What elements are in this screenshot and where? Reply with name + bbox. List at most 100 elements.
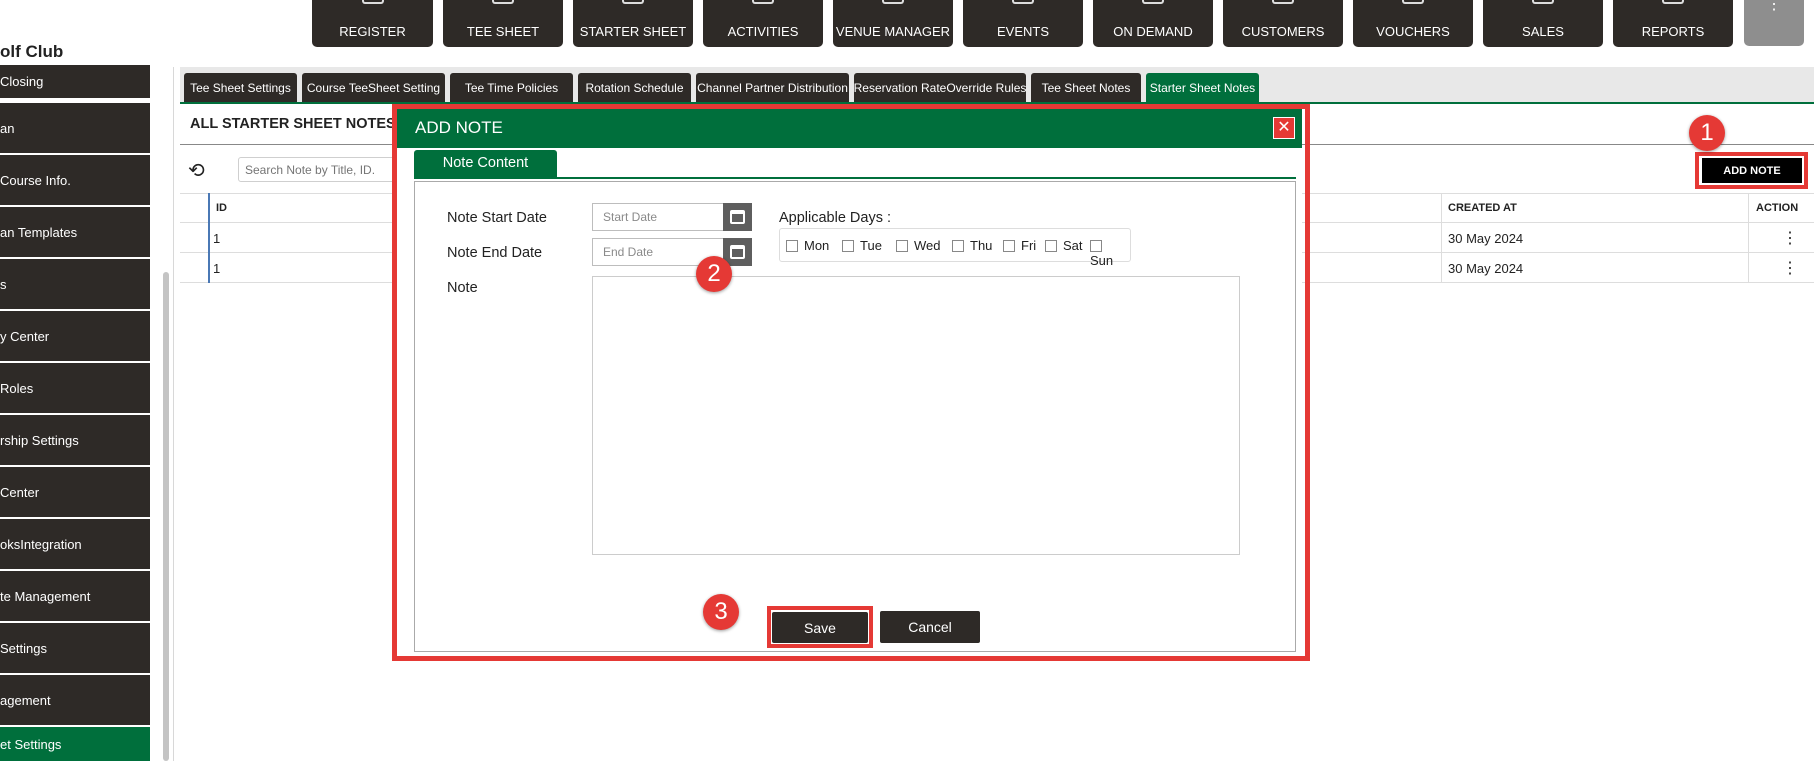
sidebar-item[interactable]: rship Settings <box>0 415 150 465</box>
nav-register[interactable]: REGISTER <box>312 0 433 47</box>
sidebar-item[interactable]: Center <box>0 467 150 517</box>
sidebar-item-label: Settings <box>0 640 47 656</box>
sidebar-item-label: Closing <box>0 74 44 89</box>
sidebar-item-label: an Templates <box>0 224 78 240</box>
sidebar-item[interactable]: oksIntegration <box>0 519 150 569</box>
sidebar-item[interactable]: Closing <box>0 65 150 98</box>
sidebar-item-label: s <box>0 276 7 292</box>
row-id: 1 <box>213 261 221 276</box>
nav-reports[interactable]: REPORTS <box>1613 0 1733 47</box>
events-icon <box>1012 0 1034 4</box>
column-header-id: ID <box>216 202 227 214</box>
nav-on-demand[interactable]: ON DEMAND <box>1093 0 1213 47</box>
on-demand-icon <box>1142 0 1164 4</box>
nav-events[interactable]: EVENTS <box>963 0 1083 47</box>
nav-label: SALES <box>1522 24 1564 39</box>
nav-label: REPORTS <box>1641 24 1705 39</box>
row-action-menu-icon[interactable]: ⋮ <box>1782 228 1798 248</box>
sidebar-item-label: Center <box>0 484 40 500</box>
settings-tab-bar: Tee Sheet Settings Course TeeSheet Setti… <box>180 67 1814 104</box>
nav-venue-manager[interactable]: VENUE MANAGER <box>833 0 953 47</box>
nav-activities[interactable]: ACTIVITIES <box>703 0 823 47</box>
sidebar: Closing an Course Info. an Templates s y… <box>0 65 150 761</box>
tab-channel-partner-distribution[interactable]: Channel Partner Distribution <box>696 73 849 102</box>
refresh-icon[interactable]: ⟲ <box>188 158 205 183</box>
nav-label: CUSTOMERS <box>1241 24 1325 39</box>
sidebar-item-label: y Center <box>0 328 50 344</box>
more-icon: ⋮ <box>1766 0 1782 13</box>
sidebar-item-label: an <box>0 120 15 136</box>
annotation-badge-2: 2 <box>696 256 732 292</box>
sidebar-item[interactable]: y Center <box>0 311 150 361</box>
row-created-at: 30 May 2024 <box>1448 231 1524 246</box>
tab-label: Tee Sheet Settings <box>190 80 291 95</box>
tab-rotation-schedule[interactable]: Rotation Schedule <box>578 73 691 102</box>
customers-icon <box>1272 0 1294 4</box>
sidebar-item[interactable]: s <box>0 259 150 309</box>
nav-vouchers[interactable]: VOUCHERS <box>1353 0 1473 47</box>
sidebar-item[interactable]: an <box>0 103 150 153</box>
sidebar-item[interactable]: an Templates <box>0 207 150 257</box>
column-divider <box>1748 193 1749 283</box>
sidebar-item-label: Roles <box>0 380 34 396</box>
highlight-box <box>392 104 1310 661</box>
vouchers-icon <box>1402 0 1424 4</box>
tab-tee-sheet-notes[interactable]: Tee Sheet Notes <box>1031 73 1141 102</box>
column-header-created-at: CREATED AT <box>1448 202 1517 214</box>
sidebar-scrollbar[interactable] <box>163 272 169 761</box>
nav-sales[interactable]: SALES <box>1483 0 1603 47</box>
nav-label: ACTIVITIES <box>727 24 799 39</box>
starter-sheet-icon <box>622 0 644 4</box>
tee-sheet-icon <box>492 0 514 4</box>
sidebar-item-active[interactable]: et Settings <box>0 727 150 761</box>
tab-label: Starter Sheet Notes <box>1149 80 1256 95</box>
row-action-menu-icon[interactable]: ⋮ <box>1782 258 1798 278</box>
tab-label: Tee Time Policies <box>464 80 559 95</box>
nav-label: TEE SHEET <box>466 24 540 39</box>
reports-icon <box>1662 0 1684 4</box>
sidebar-item-label: oksIntegration <box>0 536 82 552</box>
row-created-at: 30 May 2024 <box>1448 261 1524 276</box>
nav-label: ON DEMAND <box>1113 24 1193 39</box>
search-input[interactable] <box>238 157 398 182</box>
nav-label: VENUE MANAGER <box>835 24 951 39</box>
sidebar-item[interactable]: te Management <box>0 571 150 621</box>
tab-label: Tee Sheet Notes <box>1041 80 1131 95</box>
tab-tee-time-policies[interactable]: Tee Time Policies <box>450 73 573 102</box>
tab-starter-sheet-notes[interactable]: Starter Sheet Notes <box>1146 73 1259 102</box>
nav-label: STARTER SHEET <box>579 24 687 39</box>
club-name: olf Club <box>0 42 64 61</box>
divider <box>173 67 174 761</box>
nav-label: EVENTS <box>996 24 1049 39</box>
tab-label: Reservation RateOverride Rules <box>853 80 1027 95</box>
activities-icon <box>752 0 774 4</box>
tab-tee-sheet-settings[interactable]: Tee Sheet Settings <box>184 73 297 102</box>
tab-course-teesheet-setting[interactable]: Course TeeSheet Setting <box>302 73 445 102</box>
sidebar-item[interactable]: Roles <box>0 363 150 413</box>
sidebar-item[interactable]: agement <box>0 675 150 725</box>
sidebar-item-label: et Settings <box>0 736 62 752</box>
nav-customers[interactable]: CUSTOMERS <box>1223 0 1343 47</box>
sidebar-item-label: agement <box>0 692 51 708</box>
sidebar-item[interactable]: Course Info. <box>0 155 150 205</box>
column-header-action: ACTION <box>1756 202 1799 214</box>
nav-tee-sheet[interactable]: TEE SHEET <box>443 0 563 47</box>
row-id: 1 <box>213 231 221 246</box>
nav-label: VOUCHERS <box>1376 24 1450 39</box>
column-divider <box>1441 193 1442 283</box>
tab-reservation-rate-override-rules[interactable]: Reservation RateOverride Rules <box>854 73 1026 102</box>
tab-label: Channel Partner Distribution <box>697 80 848 95</box>
tab-label: Rotation Schedule <box>585 80 684 95</box>
page-title: ALL STARTER SHEET NOTES <box>190 116 396 132</box>
annotation-badge-1: 1 <box>1689 115 1725 151</box>
nav-label: REGISTER <box>339 24 406 39</box>
more-menu-button[interactable]: ⋮ <box>1744 0 1804 46</box>
annotation-badge-3: 3 <box>703 594 739 630</box>
sidebar-item[interactable]: Settings <box>0 623 150 673</box>
highlight-box <box>1695 152 1808 189</box>
nav-starter-sheet[interactable]: STARTER SHEET <box>573 0 693 47</box>
column-divider <box>208 193 210 283</box>
venue-manager-icon <box>882 0 904 4</box>
tab-label: Course TeeSheet Setting <box>306 80 441 95</box>
sales-icon <box>1532 0 1554 4</box>
